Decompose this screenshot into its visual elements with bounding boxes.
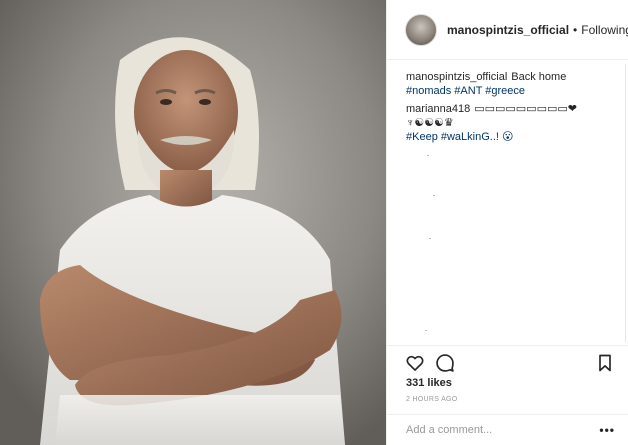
bookmark-icon[interactable] (595, 353, 615, 373)
comment-hashtags[interactable]: #Keep #waLkinG..! 😮 (406, 131, 513, 143)
comment-hashtags[interactable]: #nomads #ANT #greece (406, 85, 525, 97)
portrait-illustration (0, 0, 386, 445)
comment-icon[interactable] (435, 353, 455, 373)
post-timestamp[interactable]: 2 HOURS AGO (406, 396, 458, 403)
comment-input[interactable] (406, 424, 600, 436)
comment-text: Back home (511, 71, 567, 83)
comment-username[interactable]: marianna418 (406, 103, 470, 115)
action-bar (387, 345, 628, 379)
list-item: marianna418 ▭▭▭▭▭▭▭▭▭❤︎♆☯☯☯♛ #Keep #waLki… (406, 102, 615, 144)
following-button[interactable]: Following (581, 23, 628, 37)
avatar[interactable] (405, 13, 437, 46)
likes-count[interactable]: 331 likes (406, 377, 452, 389)
comment-composer: ••• (387, 414, 628, 445)
post-header: manospintzis_official • Following (387, 0, 628, 60)
heart-icon[interactable] (405, 353, 425, 373)
post-photo[interactable] (0, 0, 386, 445)
comment-username[interactable]: manospintzis_official (406, 71, 507, 83)
list-item: manospintzis_official Back home #nomads #… (406, 70, 615, 98)
more-options-icon[interactable]: ••• (599, 423, 615, 437)
comments-scrollbar[interactable] (622, 64, 626, 342)
comments-list: manospintzis_official Back home #nomads #… (387, 60, 623, 345)
post-sidebar: manospintzis_official • Following manosp… (386, 0, 628, 445)
header-separator: • (573, 22, 578, 37)
header-username[interactable]: manospintzis_official (447, 23, 569, 37)
